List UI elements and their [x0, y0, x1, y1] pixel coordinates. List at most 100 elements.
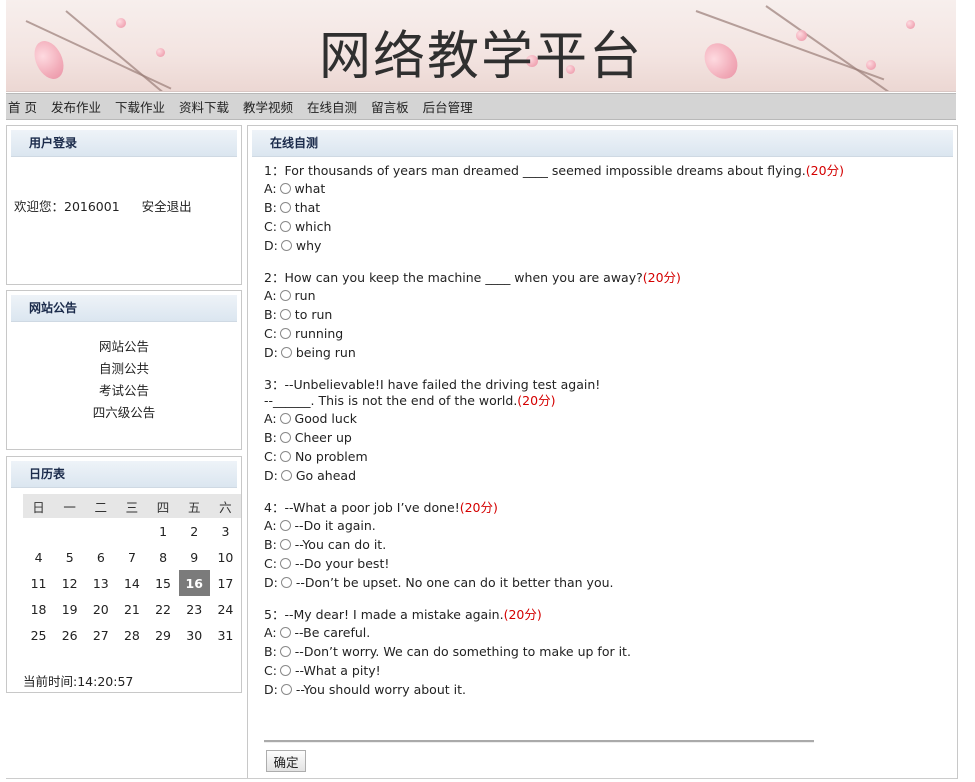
question-text: 4：--What a poor job I’ve done!(20分) [264, 500, 947, 516]
calendar-day[interactable]: 23 [179, 596, 210, 622]
question-text: 1：For thousands of years man dreamed ___… [264, 163, 947, 179]
calendar-day[interactable]: 24 [210, 596, 241, 622]
option-radio[interactable] [280, 577, 292, 588]
nav-item[interactable]: 后台管理 [423, 97, 473, 116]
login-panel-heading: 用户登录 [11, 130, 237, 157]
calendar-day[interactable]: 6 [85, 544, 116, 570]
option-label: which [294, 219, 332, 234]
nav-item[interactable]: 下载作业 [115, 97, 165, 116]
calendar-day[interactable]: 14 [116, 570, 147, 596]
nav-item[interactable]: 教学视频 [243, 97, 293, 116]
option-label: --Don’t worry. We can do something to ma… [294, 644, 631, 659]
nav-item[interactable]: 资料下载 [179, 97, 229, 116]
question-stem-line2: --______. This is not the end of the wor… [264, 393, 518, 408]
calendar-day[interactable]: 29 [148, 622, 179, 648]
calendar-day[interactable]: 26 [54, 622, 85, 648]
welcome-line: 欢迎您：2016001 安全退出 [14, 196, 210, 215]
question-text: 3：--Unbelievable!I have failed the drivi… [264, 377, 947, 409]
option-radio[interactable] [280, 240, 292, 251]
calendar-day[interactable]: 5 [54, 544, 85, 570]
calendar-day[interactable]: 18 [23, 596, 54, 622]
welcome-text: 欢迎您：2016001 [14, 199, 120, 214]
option-radio[interactable] [279, 432, 291, 443]
option-letter: D: [264, 345, 278, 360]
answer-option: D: Go ahead [264, 466, 947, 485]
calendar-day[interactable]: 31 [210, 622, 241, 648]
answer-option: A: run [264, 286, 947, 305]
option-radio[interactable] [279, 290, 291, 301]
option-radio[interactable] [279, 183, 291, 194]
option-radio[interactable] [279, 451, 291, 462]
notice-panel: 网站公告 网站公告 自测公共 考试公告 四六级公告 [6, 290, 242, 450]
option-label: why [295, 238, 322, 253]
option-radio[interactable] [279, 413, 291, 424]
answer-option: C: --Do your best! [264, 554, 947, 573]
notice-item[interactable]: 考试公告 [7, 380, 241, 402]
nav-item[interactable]: 发布作业 [51, 97, 101, 116]
calendar-day[interactable]: 27 [85, 622, 116, 648]
notice-item[interactable]: 四六级公告 [7, 402, 241, 424]
nav-item[interactable]: 首 页 [8, 97, 37, 116]
option-radio[interactable] [279, 627, 291, 638]
option-radio[interactable] [279, 328, 291, 339]
calendar-day[interactable]: 17 [210, 570, 241, 596]
weekday-header: 一 [54, 494, 86, 518]
question-score: (20分) [805, 163, 844, 178]
option-letter: B: [264, 307, 277, 322]
calendar-day[interactable]: 20 [85, 596, 116, 622]
option-letter: D: [264, 682, 278, 697]
quiz-body: 1：For thousands of years man dreamed ___… [264, 163, 947, 714]
calendar-day[interactable]: 8 [148, 544, 179, 570]
weekday-header: 二 [85, 494, 117, 518]
nav-item[interactable]: 在线自测 [307, 97, 357, 116]
calendar-day[interactable]: 22 [148, 596, 179, 622]
option-radio[interactable] [279, 558, 291, 569]
option-letter: A: [264, 181, 277, 196]
calendar-week: 123 [23, 518, 241, 544]
calendar-day[interactable]: 1 [148, 518, 179, 544]
option-radio[interactable] [279, 309, 291, 320]
calendar-day[interactable]: 19 [54, 596, 85, 622]
option-radio[interactable] [280, 470, 292, 481]
answer-option: B: --Don’t worry. We can do something to … [264, 642, 947, 661]
calendar-day[interactable]: 16 [178, 570, 210, 596]
option-label: No problem [294, 449, 368, 464]
option-radio[interactable] [280, 684, 292, 695]
calendar-day[interactable]: 7 [116, 544, 147, 570]
calendar-day [23, 518, 54, 544]
option-radio[interactable] [279, 221, 291, 232]
notice-item[interactable]: 自测公共 [7, 358, 241, 380]
option-radio[interactable] [279, 665, 291, 676]
submit-button[interactable]: 确定 [266, 750, 306, 772]
option-radio[interactable] [279, 520, 291, 531]
calendar-week: 4 5 6 7 8 9 10 [23, 544, 241, 570]
nav-item[interactable]: 留言板 [371, 97, 409, 116]
calendar-day[interactable]: 11 [23, 570, 54, 596]
current-time: 当前时间:14:20:57 [23, 674, 134, 689]
calendar-day[interactable]: 28 [116, 622, 147, 648]
option-radio[interactable] [279, 646, 291, 657]
calendar-day[interactable]: 21 [116, 596, 147, 622]
calendar-day[interactable]: 13 [85, 570, 116, 596]
option-radio[interactable] [279, 202, 291, 213]
calendar-day[interactable]: 12 [54, 570, 85, 596]
calendar-day[interactable]: 25 [23, 622, 54, 648]
option-label: --What a pity! [294, 663, 381, 678]
question-stem: 3：--Unbelievable!I have failed the drivi… [264, 377, 601, 392]
calendar-day[interactable]: 30 [179, 622, 210, 648]
calendar-day[interactable]: 10 [210, 544, 241, 570]
calendar-day[interactable]: 4 [23, 544, 54, 570]
calendar-day[interactable]: 2 [179, 518, 210, 544]
calendar-day[interactable]: 3 [210, 518, 241, 544]
logout-link[interactable]: 安全退出 [142, 199, 192, 214]
calendar-day[interactable]: 9 [179, 544, 210, 570]
option-radio[interactable] [280, 347, 292, 358]
site-title: 网络教学平台 [318, 27, 643, 87]
option-letter: D: [264, 238, 278, 253]
answer-option: A: Good luck [264, 409, 947, 428]
option-radio[interactable] [279, 539, 291, 550]
option-letter: C: [264, 326, 277, 341]
option-label: Good luck [294, 411, 357, 426]
notice-item[interactable]: 网站公告 [7, 336, 241, 358]
calendar-day[interactable]: 15 [148, 570, 179, 596]
